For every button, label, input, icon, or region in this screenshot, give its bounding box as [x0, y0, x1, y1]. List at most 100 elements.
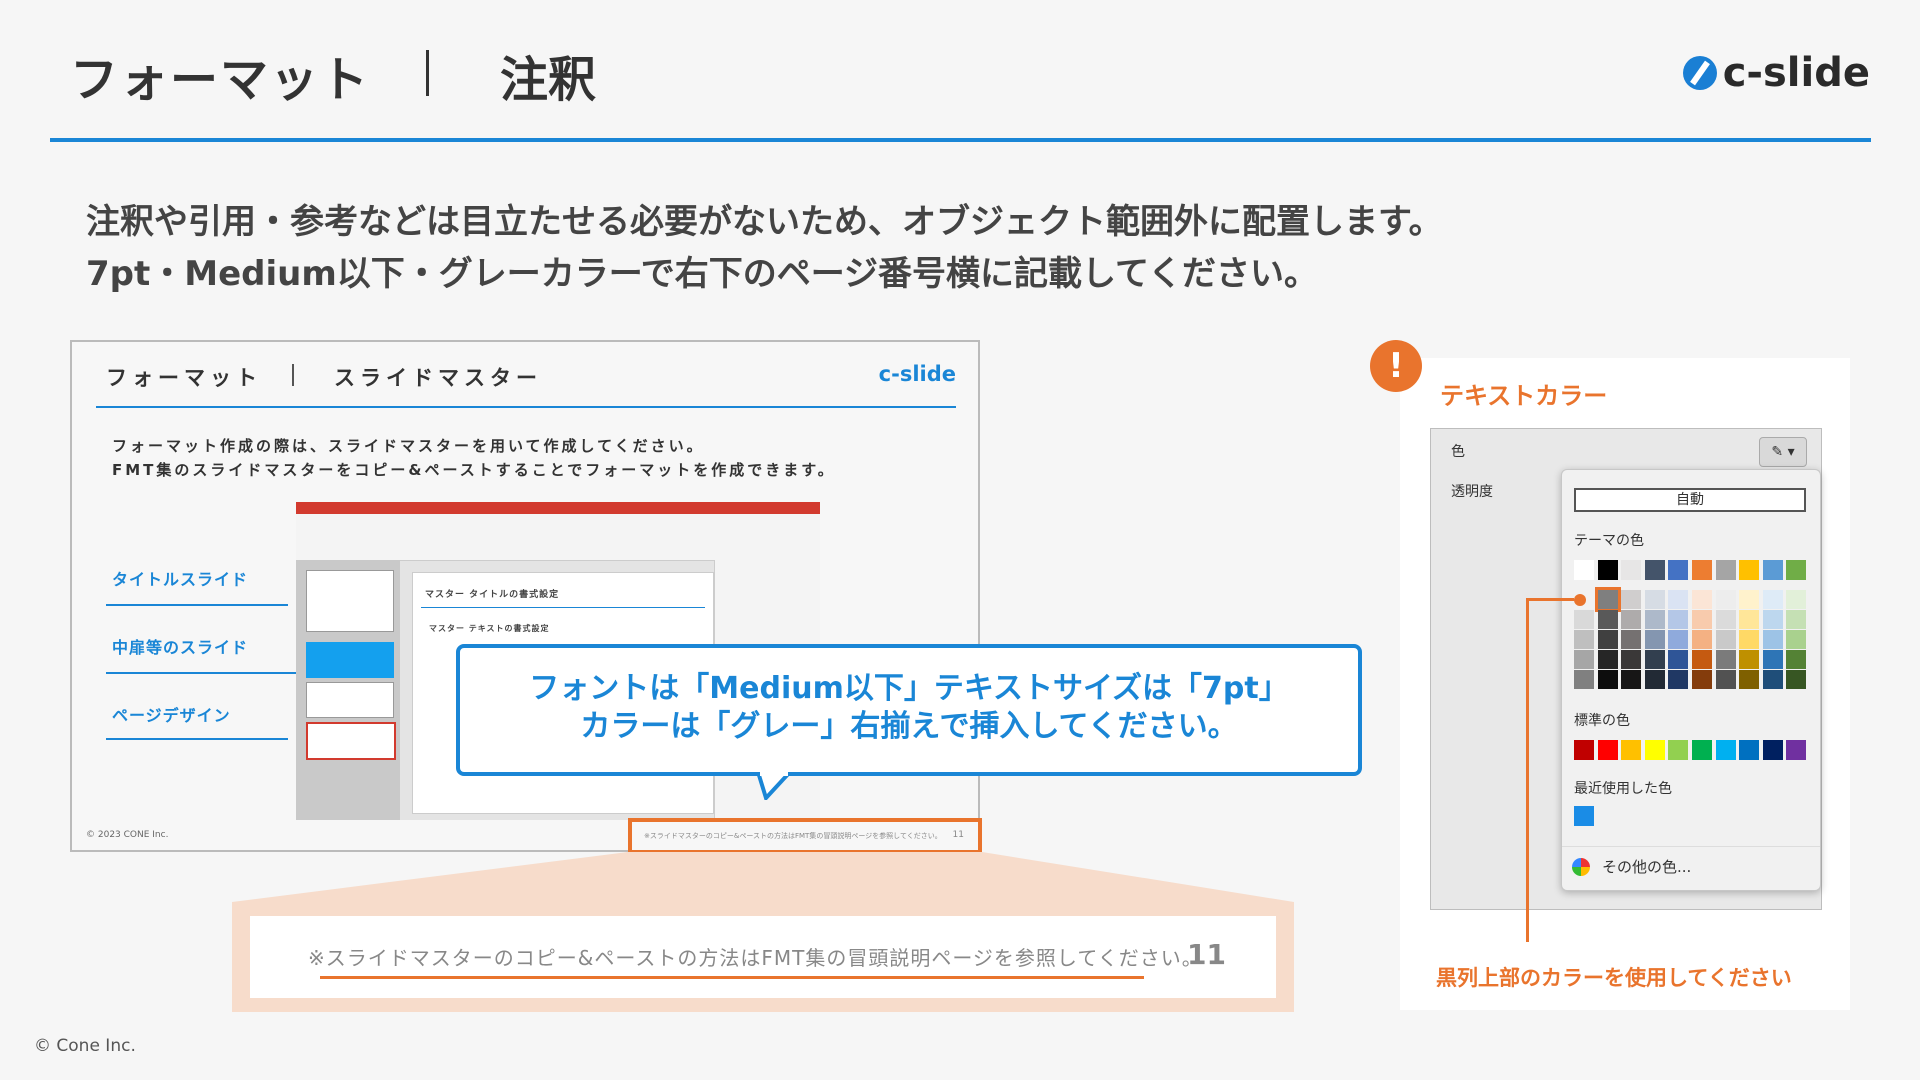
theme-shade-swatch[interactable] — [1739, 610, 1760, 629]
callout-box: フォントは「Medium以下」テキストサイズは「7pt」 カラーは「グレー」右揃… — [456, 644, 1362, 776]
app-titlebar — [296, 502, 820, 514]
theme-shade-swatch[interactable] — [1621, 670, 1642, 689]
brand-text: c-slide — [1722, 50, 1870, 96]
more-colors-button[interactable]: その他の色... — [1602, 856, 1691, 877]
lead-line-2: 7pt・Medium以下・グレーカラーで右下のページ番号横に記載してください。 — [86, 254, 1319, 294]
slide-subtitle: スライドマスター — [334, 366, 542, 390]
font-color-button[interactable]: ✎ ▾ — [1759, 437, 1807, 467]
theme-color-swatch[interactable] — [1692, 560, 1712, 580]
theme-shade-swatch[interactable] — [1668, 650, 1689, 669]
standard-colors-label: 標準の色 — [1574, 713, 1630, 729]
theme-shade-swatch[interactable] — [1597, 610, 1618, 629]
label-underline-2 — [106, 672, 312, 674]
thumbnail-4 — [306, 722, 396, 760]
theme-shade-swatch[interactable] — [1574, 650, 1594, 669]
theme-shade-swatch[interactable] — [1644, 610, 1665, 629]
slide-lead-line-1: フォーマット作成の際は、スライドマスターを用いて作成してください。 — [112, 437, 705, 455]
theme-shade-swatch[interactable] — [1762, 650, 1783, 669]
theme-shade-swatch[interactable] — [1692, 650, 1712, 669]
theme-shade-swatch[interactable] — [1715, 610, 1736, 629]
theme-color-swatch[interactable] — [1715, 560, 1736, 580]
standard-color-swatch[interactable] — [1574, 740, 1594, 760]
thumbnail-2 — [306, 642, 394, 678]
theme-shade-swatch[interactable] — [1668, 630, 1689, 649]
theme-shade-swatch[interactable] — [1621, 590, 1642, 609]
theme-shade-swatch[interactable] — [1597, 630, 1618, 649]
slide-copyright: © 2023 CONE Inc. — [86, 830, 169, 840]
theme-shade-swatch[interactable] — [1574, 610, 1594, 629]
standard-color-swatch[interactable] — [1644, 740, 1665, 760]
recent-color-swatch[interactable] — [1574, 806, 1594, 826]
theme-shade-swatch[interactable] — [1786, 590, 1807, 609]
theme-shade-swatch[interactable] — [1692, 630, 1712, 649]
callout-line-2: カラーは「グレー」右揃えで挿入してください。 — [580, 709, 1238, 744]
theme-color-swatch[interactable] — [1574, 560, 1594, 580]
standard-color-swatch[interactable] — [1715, 740, 1736, 760]
note-zoom-page-number: 11 — [1187, 938, 1226, 971]
theme-color-swatch[interactable] — [1597, 560, 1618, 580]
theme-color-swatch[interactable] — [1668, 560, 1689, 580]
app-ribbon — [296, 514, 820, 561]
standard-color-swatch[interactable] — [1621, 740, 1642, 760]
theme-color-swatch[interactable] — [1739, 560, 1760, 580]
theme-shade-swatch[interactable] — [1739, 670, 1760, 689]
theme-shade-swatch[interactable] — [1762, 610, 1783, 629]
theme-shade-swatch[interactable] — [1692, 610, 1712, 629]
theme-shade-swatch[interactable] — [1692, 590, 1712, 609]
theme-shade-swatch[interactable] — [1668, 670, 1689, 689]
theme-shade-swatch[interactable] — [1715, 590, 1736, 609]
theme-shade-swatch[interactable] — [1786, 650, 1807, 669]
theme-shade-swatch[interactable] — [1786, 670, 1807, 689]
theme-shade-swatch[interactable] — [1594, 587, 1621, 612]
theme-shade-swatch[interactable] — [1621, 630, 1642, 649]
pointer-line-horizontal — [1528, 598, 1574, 601]
theme-shade-swatch[interactable] — [1715, 630, 1736, 649]
theme-shade-swatch[interactable] — [1574, 670, 1594, 689]
auto-color-button[interactable]: 自動 — [1574, 488, 1806, 512]
standard-color-swatch[interactable] — [1692, 740, 1712, 760]
note-highlight: ※スライドマスターのコピー&ペーストの方法はFMT集の冒頭説明ページを参照してく… — [628, 818, 982, 854]
label-title-slide: タイトルスライド — [112, 570, 249, 589]
standard-color-swatch[interactable] — [1786, 740, 1807, 760]
theme-shade-swatch[interactable] — [1621, 610, 1642, 629]
theme-shade-swatch[interactable] — [1597, 670, 1618, 689]
label-section-slide: 中扉等のスライド — [112, 638, 249, 657]
slide-header-line — [96, 406, 956, 408]
standard-color-swatch[interactable] — [1762, 740, 1783, 760]
theme-shade-swatch[interactable] — [1762, 630, 1783, 649]
theme-shade-swatch[interactable] — [1739, 590, 1760, 609]
theme-color-swatch[interactable] — [1644, 560, 1665, 580]
standard-color-swatch[interactable] — [1597, 740, 1618, 760]
theme-shade-swatch[interactable] — [1762, 670, 1783, 689]
theme-shade-swatch[interactable] — [1715, 650, 1736, 669]
slide-title: フォーマット — [106, 366, 262, 390]
theme-color-swatch[interactable] — [1621, 560, 1642, 580]
theme-color-swatch[interactable] — [1786, 560, 1807, 580]
theme-shade-swatch[interactable] — [1644, 630, 1665, 649]
callout-text: フォントは「Medium以下」テキストサイズは「7pt」 カラーは「グレー」右揃… — [460, 670, 1358, 746]
theme-shade-swatch[interactable] — [1739, 630, 1760, 649]
theme-shade-swatch[interactable] — [1644, 650, 1665, 669]
color-instruction: 黒列上部のカラーを使用してください — [1436, 966, 1792, 990]
theme-shade-swatch[interactable] — [1692, 670, 1712, 689]
standard-color-swatch[interactable] — [1668, 740, 1689, 760]
theme-shade-swatch[interactable] — [1739, 650, 1760, 669]
theme-shade-swatch[interactable] — [1621, 650, 1642, 669]
pointer-line-vertical — [1526, 598, 1529, 942]
theme-shade-swatch[interactable] — [1786, 630, 1807, 649]
theme-shade-swatch[interactable] — [1644, 590, 1665, 609]
theme-color-swatch[interactable] — [1762, 560, 1783, 580]
theme-shade-swatch[interactable] — [1597, 650, 1618, 669]
theme-shade-swatch[interactable] — [1762, 590, 1783, 609]
theme-shade-swatch[interactable] — [1786, 610, 1807, 629]
theme-shade-swatch[interactable] — [1644, 670, 1665, 689]
theme-shade-swatch[interactable] — [1668, 590, 1689, 609]
standard-color-swatch[interactable] — [1739, 740, 1760, 760]
theme-shade-swatch[interactable] — [1668, 610, 1689, 629]
text-color-panel: テキストカラー 色 ✎ ▾ 透明度 自動 テーマの色 標準の色 最近使用した色 … — [1400, 358, 1850, 1010]
thumbnail-1 — [306, 570, 394, 632]
header-divider — [50, 138, 1871, 142]
theme-shade-swatch[interactable] — [1715, 670, 1736, 689]
slide-thumbnail-panel — [296, 560, 400, 820]
theme-shade-swatch[interactable] — [1574, 630, 1594, 649]
